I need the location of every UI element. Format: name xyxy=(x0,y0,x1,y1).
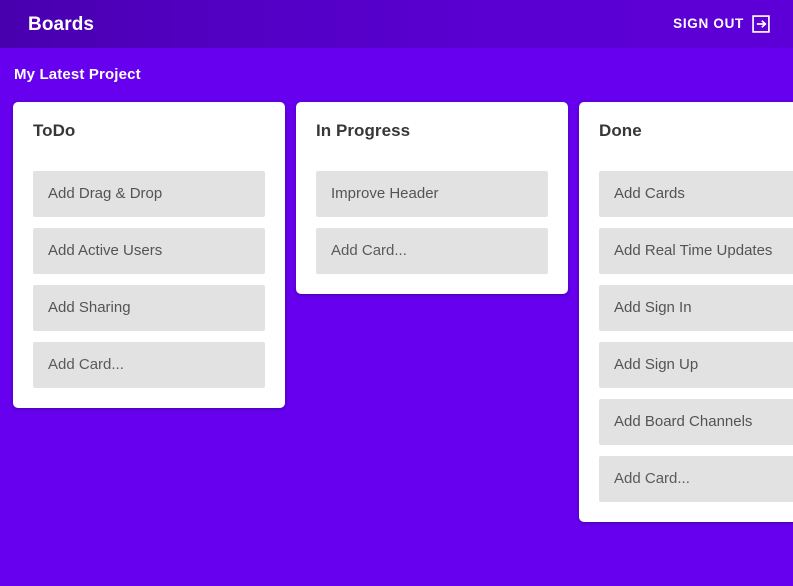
board-title: My Latest Project xyxy=(14,66,141,83)
card[interactable]: Add Sign Up xyxy=(599,341,793,388)
card[interactable]: Add Cards xyxy=(599,170,793,217)
logout-icon xyxy=(751,14,771,34)
add-card-button[interactable]: Add Card... xyxy=(599,455,793,502)
card[interactable]: Add Real Time Updates xyxy=(599,227,793,274)
card[interactable]: Improve Header xyxy=(316,170,548,217)
boards-app: Boards SIGN OUT My Latest Project ToDo A… xyxy=(0,0,793,586)
card[interactable]: Add Board Channels xyxy=(599,398,793,445)
add-card-button[interactable]: Add Card... xyxy=(33,341,265,388)
card[interactable]: Add Sharing xyxy=(33,284,265,331)
column-title: ToDo xyxy=(33,121,76,140)
column-title: Done xyxy=(599,121,642,140)
app-header: Boards SIGN OUT xyxy=(0,0,793,48)
board-column-in-progress: In Progress Improve Header Add Card... xyxy=(296,102,568,294)
column-title: In Progress xyxy=(316,121,411,140)
card-list: Add Drag & Drop Add Active Users Add Sha… xyxy=(33,170,265,388)
card[interactable]: Add Drag & Drop xyxy=(33,170,265,217)
board-column-done: Done Add Cards Add Real Time Updates Add… xyxy=(579,102,793,522)
card-list: Add Cards Add Real Time Updates Add Sign… xyxy=(599,170,793,502)
board-column-todo: ToDo Add Drag & Drop Add Active Users Ad… xyxy=(13,102,285,408)
card[interactable]: Add Sign In xyxy=(599,284,793,331)
add-card-button[interactable]: Add Card... xyxy=(316,227,548,274)
card[interactable]: Add Active Users xyxy=(33,227,265,274)
card-list: Improve Header Add Card... xyxy=(316,170,548,274)
board-columns: ToDo Add Drag & Drop Add Active Users Ad… xyxy=(13,102,793,586)
app-title: Boards xyxy=(28,13,95,35)
sign-out-button[interactable]: SIGN OUT xyxy=(667,10,777,38)
sign-out-label: SIGN OUT xyxy=(673,16,744,32)
